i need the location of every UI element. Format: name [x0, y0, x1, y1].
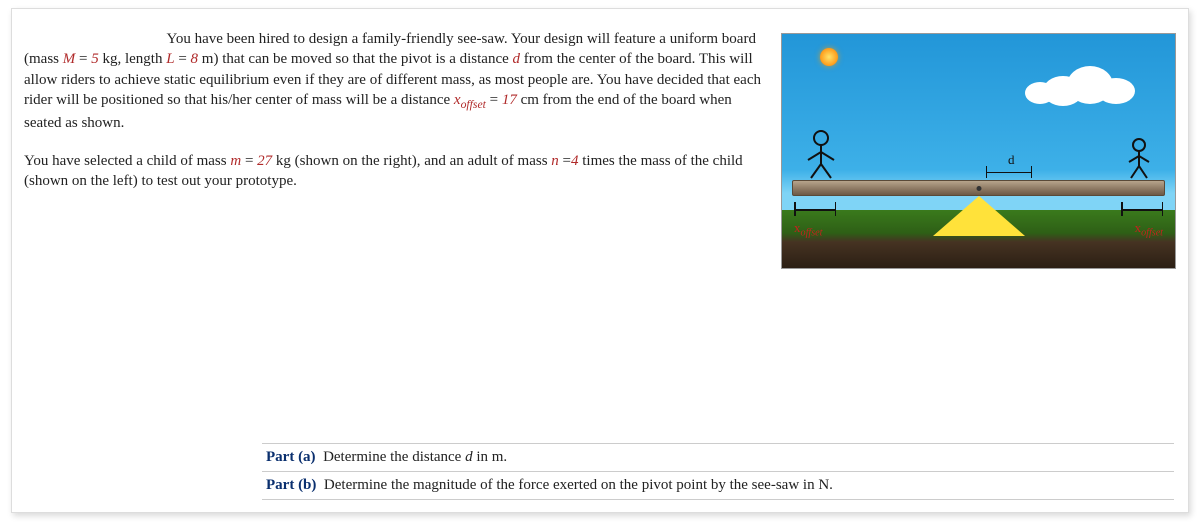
part-a-text: Determine the distance	[323, 449, 465, 465]
part-b-row: Part (b) Determine the magnitude of the …	[262, 471, 1174, 500]
child-stick-figure	[1127, 138, 1151, 180]
d-dimension-bar	[986, 166, 1032, 178]
pivot-dot	[976, 186, 981, 191]
distance-d-symbol: d	[513, 51, 521, 67]
child-mass-value: 27	[257, 153, 272, 169]
eq3: =	[486, 92, 502, 108]
mass-M-symbol: M	[63, 51, 76, 67]
eq2: =	[175, 51, 191, 67]
seesaw-diagram: d xoffset xoffset	[781, 33, 1176, 269]
eq: =	[75, 51, 91, 67]
xoffset-left-bar	[794, 202, 836, 216]
xoffset-value: 17	[502, 92, 517, 108]
part-a-row: Part (a) Determine the distance d in m.	[262, 443, 1174, 471]
adult-stick-figure	[806, 130, 836, 180]
cloud-icon	[1025, 60, 1145, 106]
xoffset-sub-left: offset	[801, 228, 823, 239]
xoffset-right-label: xoffset	[1135, 220, 1163, 239]
adult-n-symbol: n	[551, 153, 559, 169]
mass-M-unit: kg, length	[99, 51, 167, 67]
length-L-unit: m) that can be moved so that the pivot i…	[198, 51, 513, 67]
xoffset-x-symbol: x	[454, 92, 461, 108]
problem-page: You have been hired to design a family-f…	[11, 8, 1189, 513]
mass-M-value: 5	[91, 51, 99, 67]
eq4: =	[241, 153, 257, 169]
child-mass-unit: kg (shown on the right), and an adult of…	[272, 153, 551, 169]
problem-text: You have been hired to design a family-f…	[24, 29, 767, 269]
p2a: You have selected a child of mass	[24, 153, 230, 169]
eq5: =	[559, 153, 571, 169]
xoffset-left-label: xoffset	[794, 220, 822, 239]
xoffset-sub-right: offset	[1141, 228, 1163, 239]
xoffset-sub: offset	[461, 98, 486, 111]
part-b-text: Determine the magnitude of the force exe…	[324, 477, 833, 493]
part-a-label: Part (a)	[266, 449, 316, 465]
length-L-symbol: L	[166, 51, 174, 67]
length-L-value: 8	[191, 51, 199, 67]
sun-icon	[820, 48, 838, 66]
top-area: You have been hired to design a family-f…	[24, 29, 1176, 269]
paragraph-2: You have selected a child of mass m = 27…	[24, 151, 767, 192]
part-a-var: d	[465, 449, 473, 465]
part-a-tail: in m.	[473, 449, 508, 465]
paragraph-1: You have been hired to design a family-f…	[24, 29, 767, 133]
xoffset-right-bar	[1121, 202, 1163, 216]
part-b-label: Part (b)	[266, 477, 316, 493]
adult-n-value: 4	[571, 153, 579, 169]
parts-table: Part (a) Determine the distance d in m. …	[262, 443, 1174, 500]
child-mass-symbol: m	[230, 153, 241, 169]
pivot-triangle	[933, 196, 1025, 236]
